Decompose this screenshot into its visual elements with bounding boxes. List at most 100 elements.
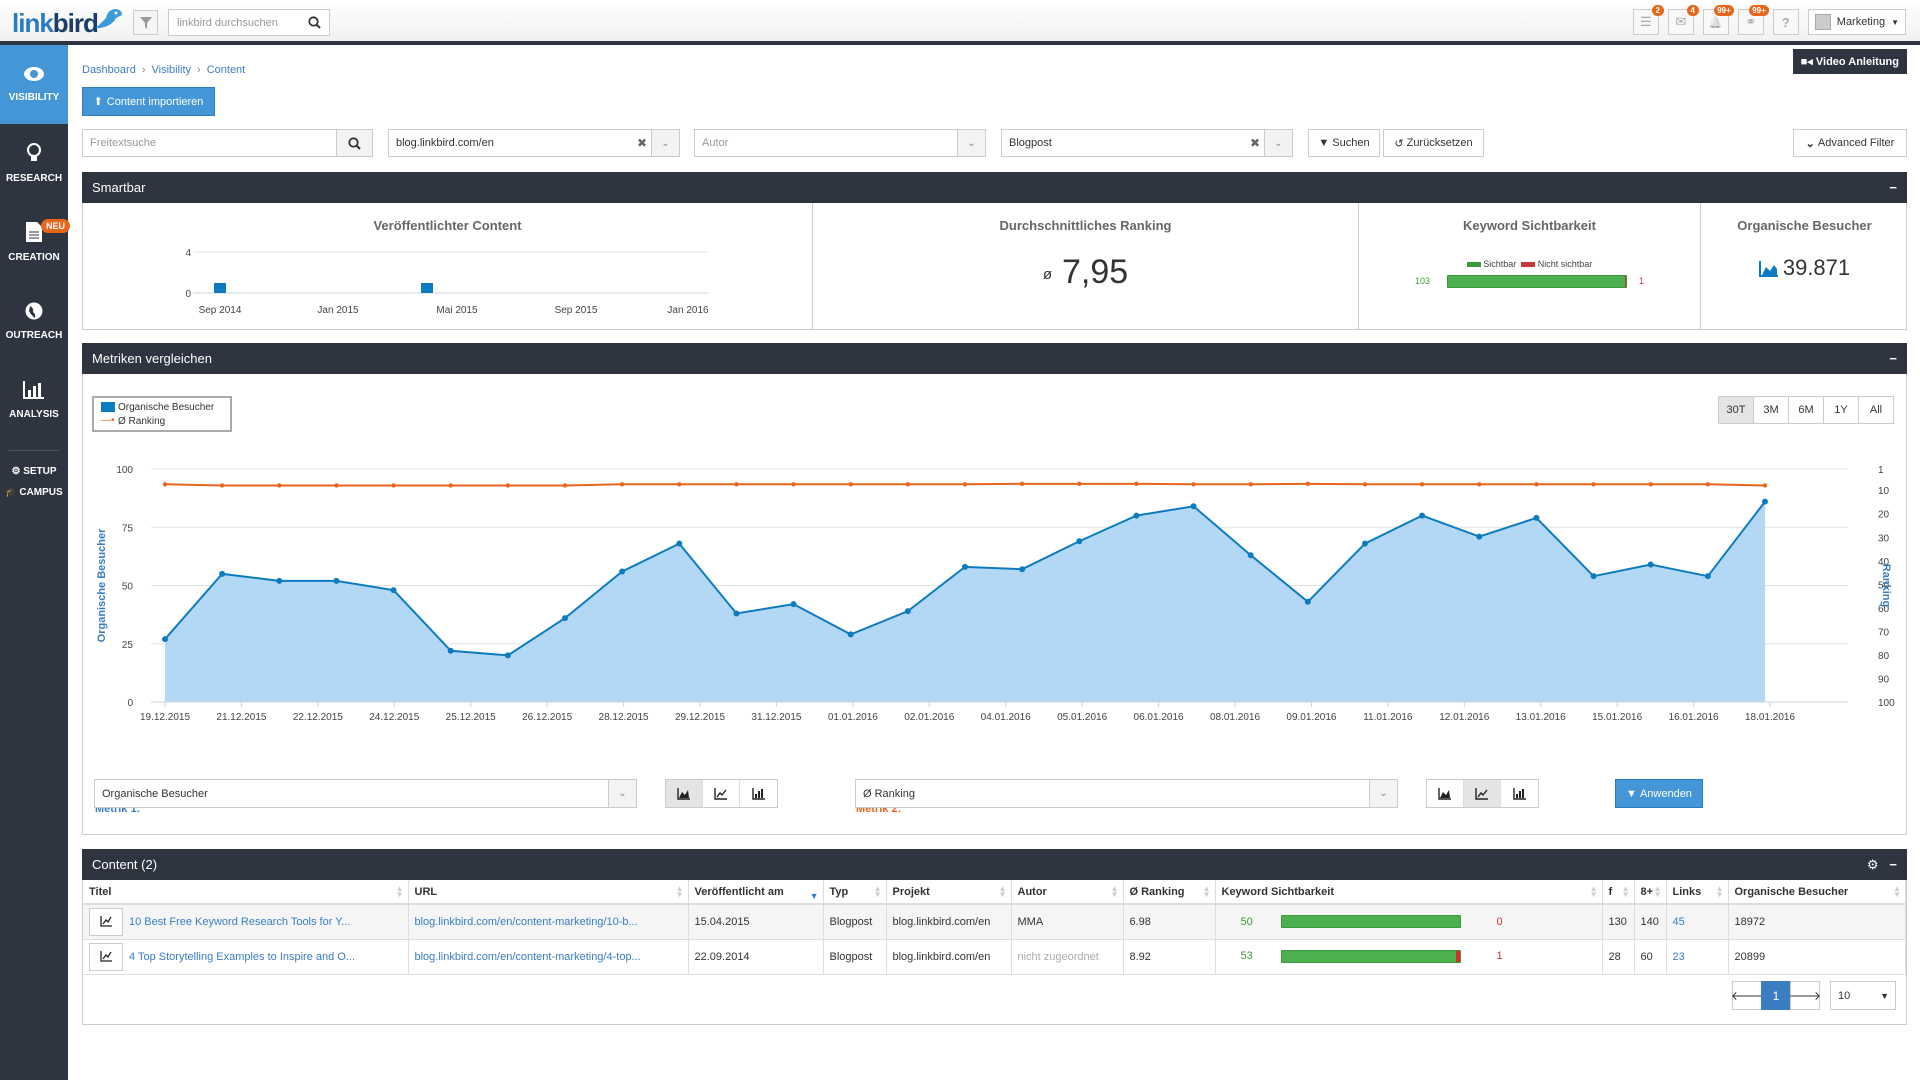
- column-header[interactable]: URL ▲ ▼: [408, 880, 689, 905]
- chevron-down-icon[interactable]: ⌄: [608, 780, 636, 807]
- sidebar-item-creation[interactable]: NEU CREATION: [0, 203, 70, 282]
- range-button-3m[interactable]: 3M: [1753, 396, 1789, 424]
- legend-item-visitors[interactable]: Organische Besucher: [101, 401, 223, 415]
- clear-icon[interactable]: ✖: [633, 136, 651, 150]
- range-button-all[interactable]: All: [1858, 396, 1894, 424]
- reset-button[interactable]: ↺ Zurücksetzen: [1383, 129, 1484, 157]
- content-title-link[interactable]: 4 Top Storytelling Examples to Inspire a…: [129, 950, 355, 962]
- column-header[interactable]: Autor ▲ ▼: [1011, 880, 1124, 905]
- collapse-icon[interactable]: −: [1889, 351, 1897, 366]
- line-chart-type-button[interactable]: [703, 780, 740, 807]
- links-count-link[interactable]: 23: [1673, 951, 1685, 963]
- sort-icon[interactable]: ▲ ▼: [1716, 885, 1724, 899]
- gear-icon[interactable]: ⚙: [1867, 857, 1879, 872]
- sort-icon[interactable]: ▲ ▼: [1590, 885, 1598, 899]
- trend-chart-button[interactable]: [89, 907, 123, 936]
- content-url-link[interactable]: blog.linkbird.com/en/content-marketing/4…: [415, 951, 641, 963]
- area-chart-type-button[interactable]: [666, 780, 703, 807]
- page-size-select[interactable]: 10 ▼: [1830, 981, 1896, 1010]
- page-button[interactable]: 1: [1761, 981, 1791, 1010]
- author-select[interactable]: Autor ⌄: [694, 129, 986, 157]
- video-tutorial-button[interactable]: ■◂ Video Anleitung: [1792, 49, 1907, 74]
- column-header[interactable]: Veröffentlicht am ▼: [688, 880, 824, 906]
- column-header[interactable]: Ø Ranking ▲ ▼: [1123, 880, 1216, 905]
- column-header[interactable]: Projekt ▲ ▼: [886, 880, 1012, 905]
- search-icon[interactable]: [308, 16, 321, 29]
- sort-icon[interactable]: ▲ ▼: [1203, 885, 1211, 899]
- sort-icon[interactable]: ▲ ▼: [874, 885, 882, 899]
- cell-project: blog.linkbird.com/en: [886, 939, 1012, 975]
- notifications-button[interactable]: 🔔 99+: [1702, 5, 1734, 35]
- range-button-30t[interactable]: 30T: [1718, 396, 1754, 424]
- sidebar-item-label: ANALYSIS: [9, 409, 59, 420]
- bird-icon: [95, 9, 122, 28]
- sort-desc-icon[interactable]: ▼: [810, 886, 819, 906]
- import-content-button[interactable]: ⬆ Content importieren: [82, 87, 215, 116]
- links-count-link[interactable]: 45: [1673, 916, 1685, 928]
- freetext-search-input[interactable]: Freitextsuche: [82, 129, 373, 157]
- metric2-select[interactable]: Ø Ranking ⌄: [855, 779, 1398, 808]
- links-badge: 99+: [1749, 5, 1769, 16]
- column-header[interactable]: Links ▲ ▼: [1666, 880, 1729, 905]
- sort-icon[interactable]: ▲ ▼: [1654, 885, 1662, 899]
- sidebar-item-campus[interactable]: 🎓 CAMPUS: [0, 482, 68, 503]
- sort-icon[interactable]: ▲ ▼: [1893, 885, 1901, 899]
- trend-chart-button[interactable]: [89, 942, 123, 971]
- sort-icon[interactable]: ▲ ▼: [1622, 885, 1630, 899]
- legend-item-ranking[interactable]: —• Ø Ranking: [101, 415, 223, 429]
- sidebar-item-setup[interactable]: ⚙ SETUP: [0, 461, 68, 482]
- sidebar: VISIBILITY RESEARCH NEU CREATION OUTREAC…: [0, 45, 70, 1080]
- links-button[interactable]: ⚭ 99+: [1737, 5, 1769, 35]
- collapse-icon[interactable]: −: [1889, 180, 1897, 195]
- bar-chart-type-button[interactable]: [740, 780, 777, 807]
- next-page-button[interactable]: 🡒: [1789, 981, 1821, 1010]
- search-icon[interactable]: [336, 130, 372, 156]
- sort-icon[interactable]: ▲ ▼: [1111, 885, 1119, 899]
- range-button-1y[interactable]: 1Y: [1823, 396, 1859, 424]
- chevron-down-icon[interactable]: ⌄: [1264, 130, 1292, 156]
- content-url-link[interactable]: blog.linkbird.com/en/content-marketing/1…: [415, 916, 638, 928]
- sidebar-item-research[interactable]: RESEARCH: [0, 124, 68, 203]
- prev-page-button[interactable]: 🡐: [1731, 981, 1763, 1010]
- user-menu-button[interactable]: Marketing ▼: [1807, 9, 1906, 35]
- linkbird-logo[interactable]: link bird: [12, 4, 124, 42]
- global-search-input[interactable]: linkbird durchsuchen: [168, 9, 330, 36]
- search-button[interactable]: ▼ Suchen: [1308, 129, 1380, 157]
- range-button-6m[interactable]: 6M: [1788, 396, 1824, 424]
- sidebar-item-analysis[interactable]: ANALYSIS: [0, 361, 68, 440]
- breadcrumb-dashboard[interactable]: Dashboard: [82, 64, 136, 76]
- breadcrumb-visibility[interactable]: Visibility: [152, 64, 192, 76]
- mail-button[interactable]: ✉ 4: [1667, 5, 1699, 35]
- sidebar-item-outreach[interactable]: OUTREACH: [0, 282, 68, 361]
- area-chart-type-button[interactable]: [1427, 780, 1464, 807]
- filter-button[interactable]: [133, 10, 158, 35]
- column-header[interactable]: Organische Besucher ▲ ▼: [1728, 880, 1906, 905]
- chevron-down-icon[interactable]: ⌄: [957, 130, 985, 156]
- column-header[interactable]: Typ ▲ ▼: [823, 880, 887, 905]
- sort-icon[interactable]: ▲ ▼: [999, 885, 1007, 899]
- bar-chart-type-button[interactable]: [1501, 780, 1538, 807]
- chevron-down-icon[interactable]: ⌄: [651, 130, 679, 156]
- help-button[interactable]: ?: [1772, 9, 1799, 35]
- project-select[interactable]: blog.linkbird.com/en ✖ ⌄: [388, 129, 680, 157]
- sort-icon[interactable]: ▲ ▼: [676, 885, 684, 899]
- sidebar-item-visibility[interactable]: VISIBILITY: [0, 45, 68, 124]
- metric1-select[interactable]: Organische Besucher ⌄: [94, 779, 637, 808]
- tasks-button[interactable]: ☰ 2: [1632, 5, 1664, 35]
- chevron-down-icon[interactable]: ⌄: [1369, 780, 1397, 807]
- ranking-point: [1019, 481, 1025, 487]
- column-header[interactable]: f ▲ ▼: [1602, 880, 1635, 905]
- type-select[interactable]: Blogpost ✖ ⌄: [1001, 129, 1293, 157]
- column-header[interactable]: Keyword Sichtbarkeit ▲ ▼: [1215, 880, 1603, 905]
- advanced-filter-button[interactable]: ⌄ Advanced Filter: [1793, 129, 1907, 157]
- content-title-link[interactable]: 10 Best Free Keyword Research Tools for …: [129, 916, 350, 928]
- collapse-icon[interactable]: −: [1889, 857, 1897, 872]
- apply-button[interactable]: ▼ Anwenden: [1615, 779, 1703, 808]
- column-header[interactable]: Titel ▲ ▼: [83, 880, 409, 905]
- column-header[interactable]: 8+ ▲ ▼: [1634, 880, 1667, 905]
- clear-icon[interactable]: ✖: [1246, 136, 1264, 150]
- sort-icon[interactable]: ▲ ▼: [396, 885, 404, 899]
- cell-visitors: 20899: [1728, 939, 1906, 975]
- line-chart-type-button[interactable]: [1464, 780, 1501, 807]
- breadcrumb-content[interactable]: Content: [207, 64, 246, 76]
